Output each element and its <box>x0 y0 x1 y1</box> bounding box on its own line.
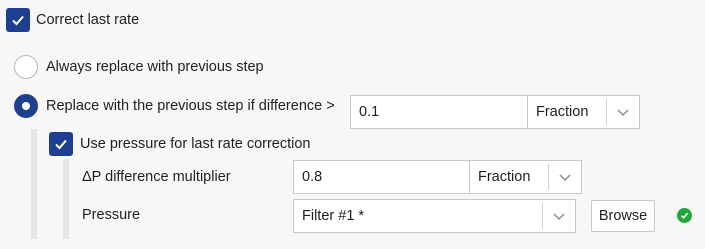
status-ok-icon <box>677 208 692 223</box>
difference-unit-value: Fraction <box>536 104 589 120</box>
check-icon <box>55 139 67 150</box>
radio-selected-dot <box>22 102 30 110</box>
pressure-label: Pressure <box>82 207 141 223</box>
radio-replace-if-difference[interactable] <box>14 94 38 118</box>
radio-always-replace-label: Always replace with previous step <box>46 59 264 75</box>
use-pressure-label: Use pressure for last rate correction <box>80 136 311 152</box>
difference-value-input[interactable]: 0.1 <box>350 95 528 129</box>
chevron-down-icon <box>607 107 639 117</box>
use-pressure-checkbox[interactable] <box>49 132 73 156</box>
check-icon <box>12 15 24 26</box>
dp-multiplier-label: ΔP difference multiplier <box>82 169 231 185</box>
difference-unit-select[interactable]: Fraction <box>527 95 640 129</box>
radio-always-replace[interactable] <box>14 55 38 79</box>
chevron-down-icon <box>543 211 575 221</box>
pressure-value: Filter #1 * <box>302 208 365 224</box>
correct-last-rate-label: Correct last rate <box>36 12 140 28</box>
dp-multiplier-unit-value: Fraction <box>478 169 531 185</box>
correct-last-rate-checkbox[interactable] <box>6 8 30 32</box>
indent-bar-outer <box>31 129 37 239</box>
radio-replace-if-difference-label: Replace with the previous step if differ… <box>46 98 335 114</box>
browse-button[interactable]: Browse <box>591 200 655 232</box>
indent-bar-inner <box>63 159 69 239</box>
dp-multiplier-input[interactable]: 0.8 <box>293 160 471 194</box>
dp-multiplier-unit-select[interactable]: Fraction <box>469 160 582 194</box>
pressure-select[interactable]: Filter #1 * <box>293 199 576 233</box>
chevron-down-icon <box>549 172 581 182</box>
